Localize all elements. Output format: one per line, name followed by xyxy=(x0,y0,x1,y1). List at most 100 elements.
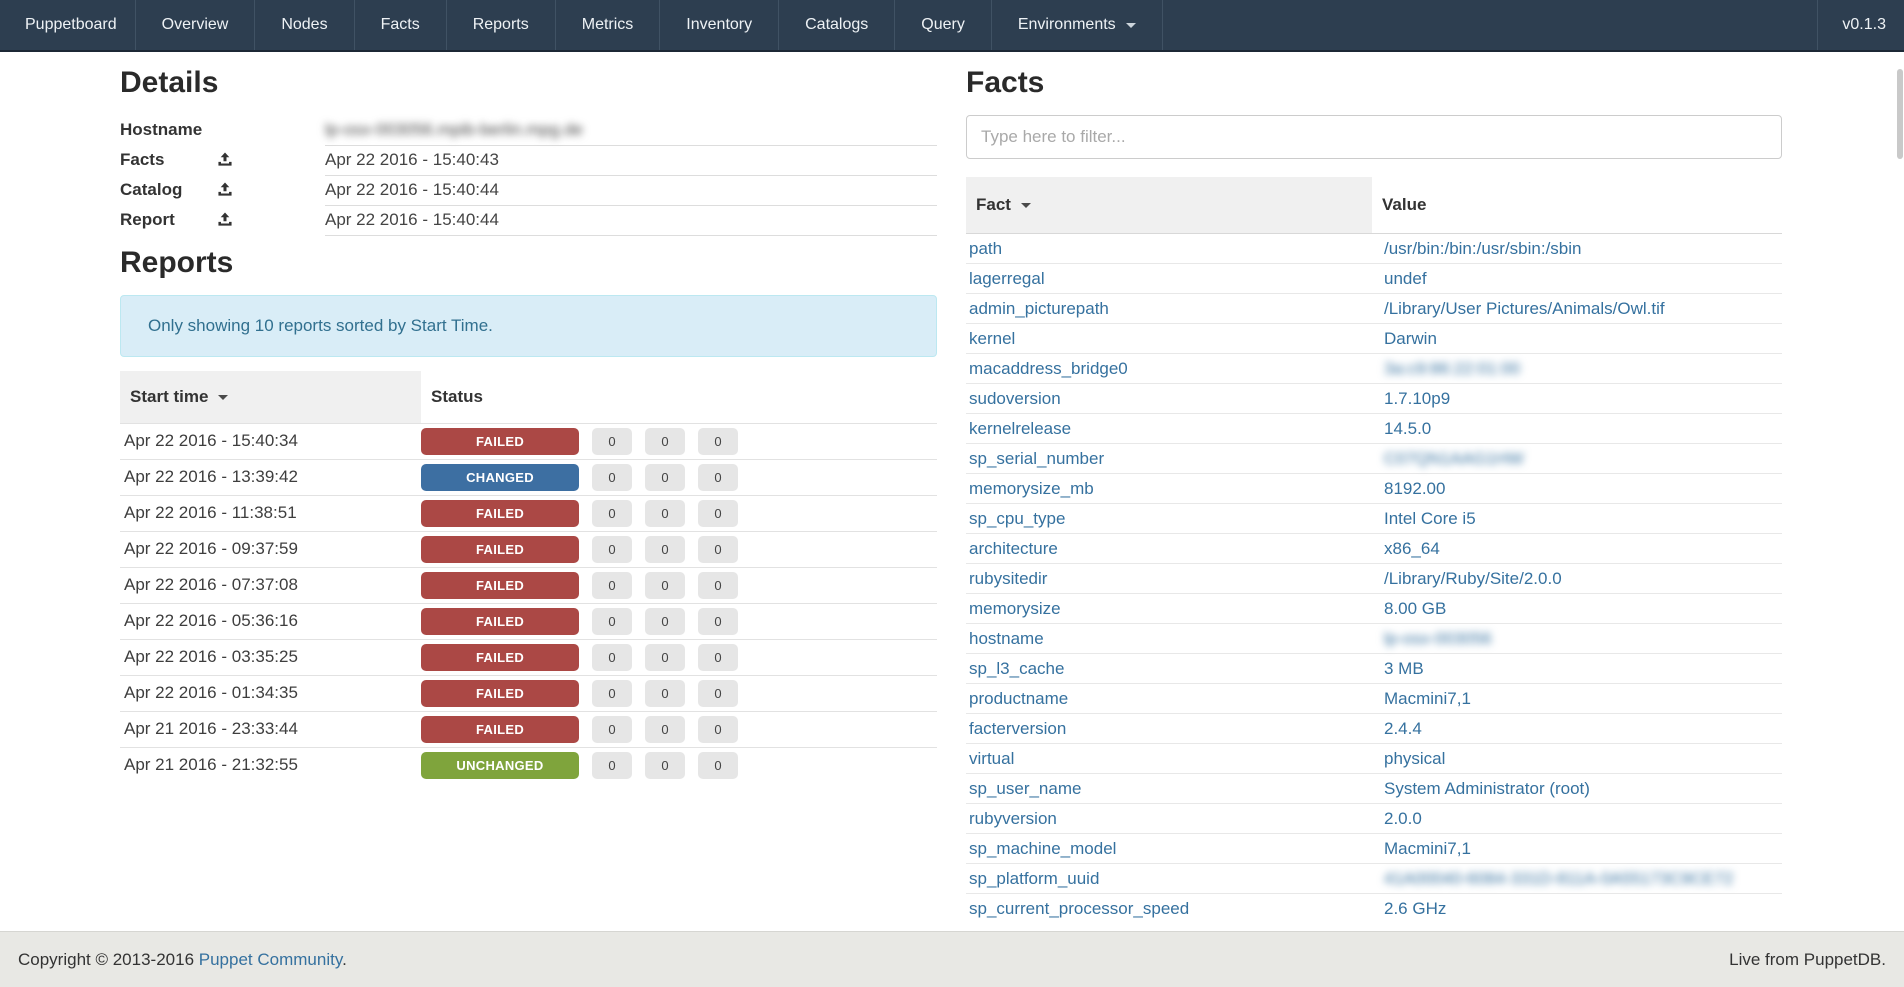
fact-value-text[interactable]: x86_64 xyxy=(1384,539,1440,558)
fact-name-link[interactable]: architecture xyxy=(969,539,1058,558)
count-badge: 0 xyxy=(698,680,738,707)
fact-value-cell: /Library/User Pictures/Animals/Owl.tif xyxy=(1372,294,1782,324)
count-badge: 0 xyxy=(592,752,632,779)
count-badge: 0 xyxy=(698,572,738,599)
report-status-cell: FAILED000 xyxy=(421,567,937,603)
nav-item-facts[interactable]: Facts xyxy=(355,0,447,50)
fact-name-link[interactable]: facterversion xyxy=(969,719,1066,738)
fact-name-cell: sp_platform_uuid xyxy=(966,864,1372,894)
fact-name-link[interactable]: sp_current_processor_speed xyxy=(969,899,1189,918)
fact-value-text[interactable]: 8192.00 xyxy=(1384,479,1445,498)
nav-item-query[interactable]: Query xyxy=(895,0,992,50)
fact-name-link[interactable]: memorysize xyxy=(969,599,1061,618)
fact-name-link[interactable]: memorysize_mb xyxy=(969,479,1094,498)
nav-item-nodes[interactable]: Nodes xyxy=(255,0,354,50)
facts-sort-header-fact[interactable]: Fact xyxy=(966,177,1372,234)
fact-value-text[interactable]: 8.00 GB xyxy=(1384,599,1446,618)
fact-value-text[interactable]: 3 MB xyxy=(1384,659,1424,678)
fact-value-text[interactable]: System Administrator (root) xyxy=(1384,779,1590,798)
nav-item-metrics[interactable]: Metrics xyxy=(556,0,661,50)
fact-name-link[interactable]: sp_machine_model xyxy=(969,839,1116,858)
facts-header-value[interactable]: Value xyxy=(1372,177,1782,234)
fact-name-cell: sp_machine_model xyxy=(966,834,1372,864)
details-value: Apr 22 2016 - 15:40:44 xyxy=(325,205,937,235)
fact-value-text[interactable]: 2.4.4 xyxy=(1384,719,1422,738)
report-start-time: Apr 22 2016 - 07:37:08 xyxy=(120,567,421,603)
fact-name-link[interactable]: rubysitedir xyxy=(969,569,1047,588)
details-row: ReportApr 22 2016 - 15:40:44 xyxy=(120,205,937,235)
fact-name-link[interactable]: virtual xyxy=(969,749,1014,768)
scrollbar-thumb[interactable] xyxy=(1897,69,1903,159)
fact-name-cell: sp_user_name xyxy=(966,774,1372,804)
fact-value-cell: 8.00 GB xyxy=(1372,594,1782,624)
fact-value-cell: 2.0.0 xyxy=(1372,804,1782,834)
nav-item-environments[interactable]: Environments xyxy=(992,0,1163,50)
reports-sort-header-start-time[interactable]: Start time xyxy=(120,371,421,424)
details-value: Apr 22 2016 - 15:40:43 xyxy=(325,145,937,175)
status-badge: FAILED xyxy=(421,680,579,707)
fact-name-link[interactable]: sp_l3_cache xyxy=(969,659,1064,678)
fact-name-cell: facterversion xyxy=(966,714,1372,744)
reports-alert: Only showing 10 reports sorted by Start … xyxy=(120,295,937,357)
fact-value-text[interactable]: 41A00040-6084-331D-811A-0A55173C9CE72 xyxy=(1384,869,1733,888)
fact-value-text[interactable]: /Library/Ruby/Site/2.0.0 xyxy=(1384,569,1562,588)
fact-name-link[interactable]: rubyversion xyxy=(969,809,1057,828)
fact-value-cell: lp-osx-003056 xyxy=(1372,624,1782,654)
puppet-community-link[interactable]: Puppet Community xyxy=(199,950,342,969)
fact-value-text[interactable]: Macmini7,1 xyxy=(1384,839,1471,858)
fact-name-link[interactable]: path xyxy=(969,239,1002,258)
report-status-cell: UNCHANGED000 xyxy=(421,747,937,783)
fact-value-text[interactable]: /usr/bin:/bin:/usr/sbin:/sbin xyxy=(1384,239,1581,258)
fact-value-text[interactable]: lp-osx-003056 xyxy=(1384,629,1492,648)
reports-header-status[interactable]: Status xyxy=(421,371,937,424)
fact-value-cell: System Administrator (root) xyxy=(1372,774,1782,804)
fact-name-link[interactable]: admin_picturepath xyxy=(969,299,1109,318)
fact-row: sp_user_name System Administrator (root) xyxy=(966,774,1782,804)
count-badge: 0 xyxy=(645,608,685,635)
fact-value-text[interactable]: 3a:c9:86:22:01:00 xyxy=(1384,359,1520,378)
fact-value-text[interactable]: Darwin xyxy=(1384,329,1437,348)
nav-item-overview[interactable]: Overview xyxy=(136,0,256,50)
fact-name-link[interactable]: lagerregal xyxy=(969,269,1045,288)
fact-value-text[interactable]: Intel Core i5 xyxy=(1384,509,1476,528)
fact-name-link[interactable]: macaddress_bridge0 xyxy=(969,359,1128,378)
status-badge: FAILED xyxy=(421,644,579,671)
fact-value-text[interactable]: 1.7.10p9 xyxy=(1384,389,1450,408)
fact-name-cell: sp_cpu_type xyxy=(966,504,1372,534)
fact-value-text[interactable]: undef xyxy=(1384,269,1427,288)
details-label-text: Catalog xyxy=(120,180,182,199)
report-start-time: Apr 22 2016 - 09:37:59 xyxy=(120,531,421,567)
nav-item-inventory[interactable]: Inventory xyxy=(660,0,779,50)
fact-name-link[interactable]: kernelrelease xyxy=(969,419,1071,438)
copyright-suffix: . xyxy=(342,950,347,969)
fact-value-text[interactable]: C07QN1AAG1HW xyxy=(1384,449,1524,468)
fact-name-link[interactable]: sp_cpu_type xyxy=(969,509,1065,528)
nav-item-label: Metrics xyxy=(582,16,634,34)
facts-title: Facts xyxy=(966,66,1782,99)
nav-item-reports[interactable]: Reports xyxy=(447,0,556,50)
fact-name-link[interactable]: kernel xyxy=(969,329,1015,348)
fact-name-link[interactable]: sudoversion xyxy=(969,389,1061,408)
fact-value-text[interactable]: 14.5.0 xyxy=(1384,419,1431,438)
nav-item-catalogs[interactable]: Catalogs xyxy=(779,0,895,50)
fact-row: sudoversion 1.7.10p9 xyxy=(966,384,1782,414)
fact-name-link[interactable]: sp_platform_uuid xyxy=(969,869,1099,888)
fact-value-text[interactable]: 2.0.0 xyxy=(1384,809,1422,828)
fact-name-link[interactable]: hostname xyxy=(969,629,1044,648)
fact-row: kernel Darwin xyxy=(966,324,1782,354)
facts-column: Facts Fact Value path/usr/bin:/bin:/usr/… xyxy=(966,52,1782,924)
fact-name-link[interactable]: productname xyxy=(969,689,1068,708)
fact-row: facterversion 2.4.4 xyxy=(966,714,1782,744)
fact-value-text[interactable]: 2.6 GHz xyxy=(1384,899,1446,918)
fact-name-link[interactable]: sp_serial_number xyxy=(969,449,1104,468)
facts-filter-input[interactable] xyxy=(966,115,1782,159)
sort-caret-down-icon xyxy=(218,395,228,400)
fact-value-text[interactable]: physical xyxy=(1384,749,1445,768)
fact-name-link[interactable]: sp_user_name xyxy=(969,779,1081,798)
fact-value-text[interactable]: Macmini7,1 xyxy=(1384,689,1471,708)
count-badge: 0 xyxy=(645,716,685,743)
brand-puppetboard[interactable]: Puppetboard xyxy=(0,0,136,50)
fact-value-text[interactable]: /Library/User Pictures/Animals/Owl.tif xyxy=(1384,299,1665,318)
fact-row: rubyversion 2.0.0 xyxy=(966,804,1782,834)
count-badge: 0 xyxy=(592,536,632,563)
